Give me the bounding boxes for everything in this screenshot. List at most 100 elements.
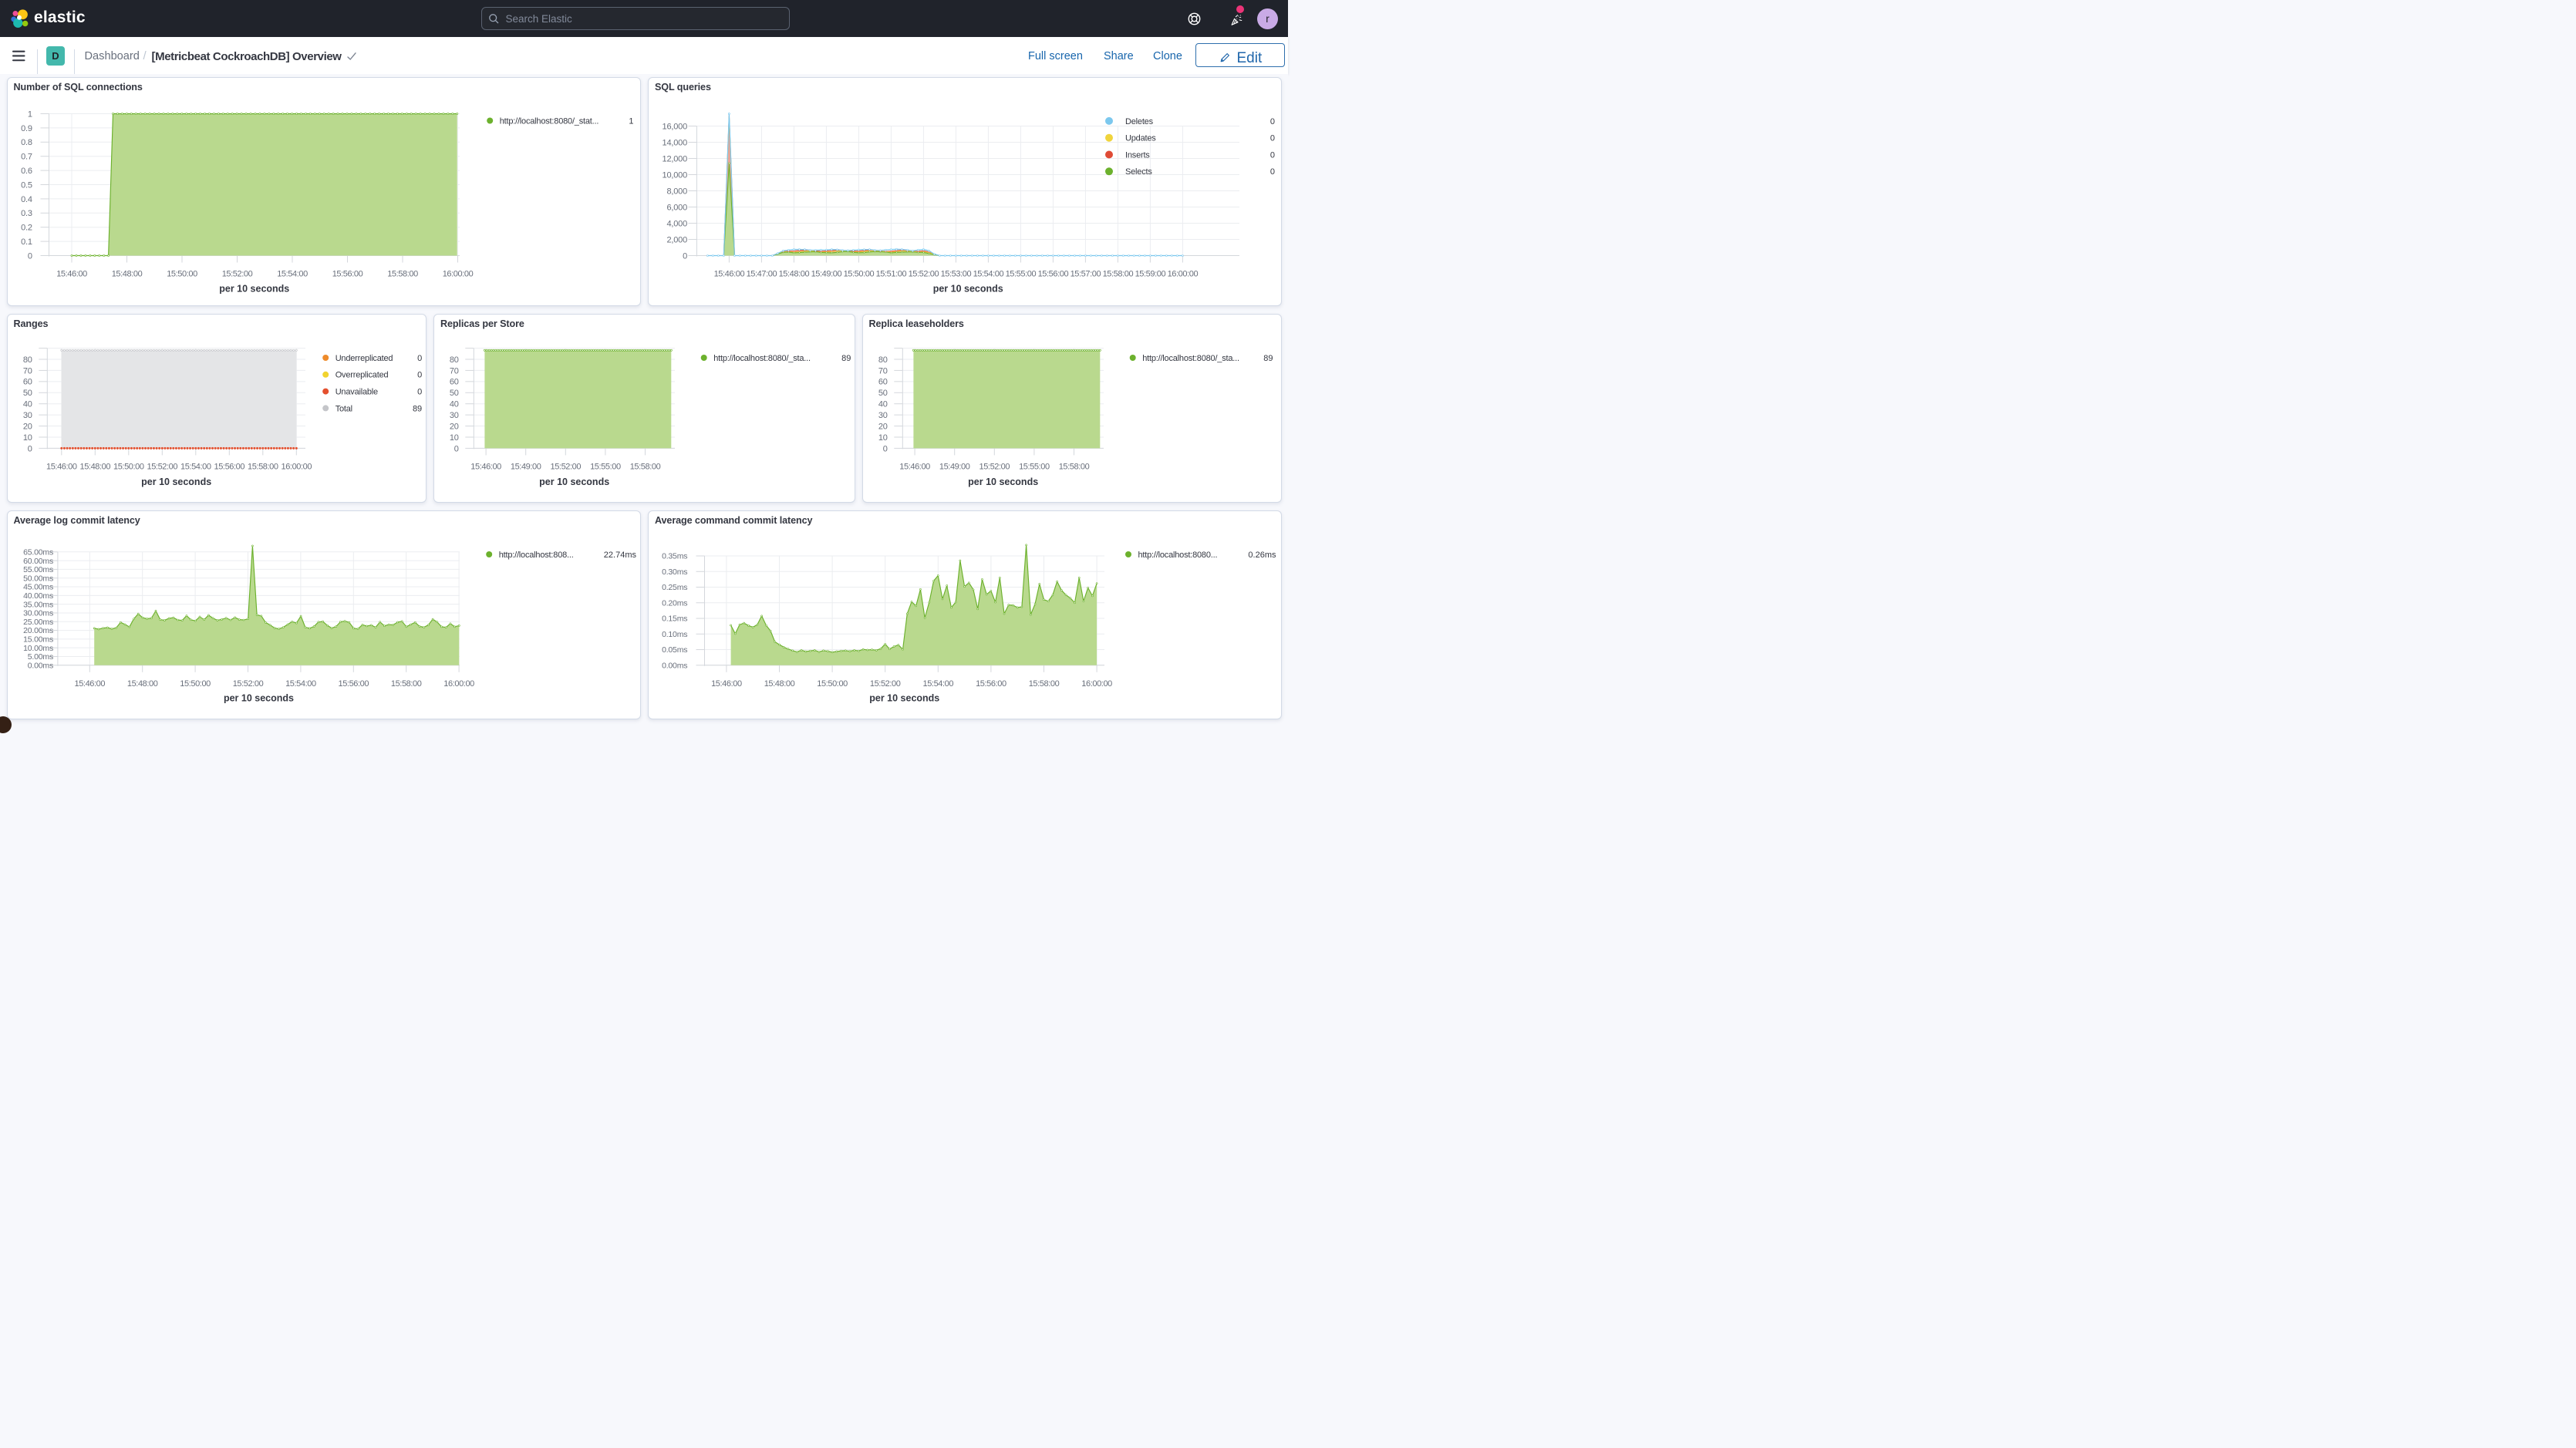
svg-text:0.25ms: 0.25ms xyxy=(662,583,687,592)
svg-text:15:52:00: 15:52:00 xyxy=(979,463,1010,472)
svg-text:16:00:00: 16:00:00 xyxy=(443,679,474,688)
svg-text:15:48:00: 15:48:00 xyxy=(111,269,142,278)
svg-text:25.00ms: 25.00ms xyxy=(23,617,53,626)
svg-text:0: 0 xyxy=(1270,116,1275,126)
svg-text:40: 40 xyxy=(22,400,32,409)
svg-text:http://localhost:8080/_stat...: http://localhost:8080/_stat... xyxy=(499,116,598,126)
svg-text:15:56:00: 15:56:00 xyxy=(338,679,369,688)
svg-text:20: 20 xyxy=(450,422,459,431)
svg-text:0.1: 0.1 xyxy=(21,237,32,246)
svg-text:30.00ms: 30.00ms xyxy=(23,608,53,618)
svg-text:15:51:00: 15:51:00 xyxy=(876,269,907,278)
svg-text:15:50:00: 15:50:00 xyxy=(167,269,197,278)
svg-text:15:52:00: 15:52:00 xyxy=(232,679,263,688)
svg-text:15:52:00: 15:52:00 xyxy=(870,679,901,688)
svg-text:15:55:00: 15:55:00 xyxy=(1019,463,1050,472)
svg-text:per 10 seconds: per 10 seconds xyxy=(933,283,1003,294)
svg-text:0: 0 xyxy=(417,387,422,396)
svg-text:0.5: 0.5 xyxy=(21,180,32,190)
svg-text:89: 89 xyxy=(841,354,851,363)
svg-text:http://localhost:8080...: http://localhost:8080... xyxy=(1138,550,1218,559)
svg-text:0.3: 0.3 xyxy=(21,209,32,218)
svg-text:15:46:00: 15:46:00 xyxy=(711,679,742,688)
svg-text:15:48:00: 15:48:00 xyxy=(779,269,810,278)
svg-text:16:00:00: 16:00:00 xyxy=(442,269,473,278)
svg-text:Overreplicated: Overreplicated xyxy=(335,371,388,380)
svg-text:Total: Total xyxy=(335,404,352,413)
svg-text:Underreplicated: Underreplicated xyxy=(335,354,393,363)
svg-text:30: 30 xyxy=(450,411,459,420)
svg-text:45.00ms: 45.00ms xyxy=(23,582,53,591)
svg-text:4,000: 4,000 xyxy=(666,219,687,228)
svg-text:15:52:00: 15:52:00 xyxy=(550,463,581,472)
svg-text:15:46:00: 15:46:00 xyxy=(470,463,501,472)
svg-text:http://localhost:808...: http://localhost:808... xyxy=(498,550,573,559)
svg-text:16:00:00: 16:00:00 xyxy=(1168,269,1199,278)
svg-text:Inserts: Inserts xyxy=(1125,150,1150,160)
svg-text:per 10 seconds: per 10 seconds xyxy=(539,476,609,487)
svg-text:60: 60 xyxy=(450,378,459,387)
svg-text:15:49:00: 15:49:00 xyxy=(811,269,842,278)
svg-text:10: 10 xyxy=(450,433,459,443)
svg-text:80: 80 xyxy=(878,355,887,365)
svg-text:80: 80 xyxy=(450,355,459,365)
svg-text:50: 50 xyxy=(22,389,32,398)
svg-text:8,000: 8,000 xyxy=(666,187,687,196)
svg-text:http://localhost:8080/_sta...: http://localhost:8080/_sta... xyxy=(713,354,811,363)
svg-text:0: 0 xyxy=(27,251,32,261)
svg-text:15:46:00: 15:46:00 xyxy=(714,269,745,278)
svg-text:16:00:00: 16:00:00 xyxy=(1081,679,1112,688)
svg-text:15:55:00: 15:55:00 xyxy=(590,463,621,472)
svg-text:Selects: Selects xyxy=(1125,167,1152,177)
svg-text:10,000: 10,000 xyxy=(663,170,688,180)
svg-text:15:48:00: 15:48:00 xyxy=(79,463,110,472)
svg-text:0: 0 xyxy=(454,444,459,453)
svg-text:15:58:00: 15:58:00 xyxy=(247,463,278,472)
svg-text:12,000: 12,000 xyxy=(663,154,688,163)
svg-text:70: 70 xyxy=(22,366,32,375)
svg-text:15:49:00: 15:49:00 xyxy=(939,463,969,472)
svg-text:15:58:00: 15:58:00 xyxy=(387,269,418,278)
svg-text:15:54:00: 15:54:00 xyxy=(922,679,953,688)
svg-text:0.10ms: 0.10ms xyxy=(662,629,687,638)
svg-text:0.20ms: 0.20ms xyxy=(662,598,687,608)
svg-text:2,000: 2,000 xyxy=(666,235,687,244)
svg-text:15:56:00: 15:56:00 xyxy=(1038,269,1069,278)
svg-text:15:50:00: 15:50:00 xyxy=(113,463,143,472)
svg-text:1: 1 xyxy=(629,116,633,126)
svg-text:60: 60 xyxy=(22,378,32,387)
svg-text:60.00ms: 60.00ms xyxy=(23,556,53,565)
svg-text:0.2: 0.2 xyxy=(21,223,32,232)
svg-text:15:50:00: 15:50:00 xyxy=(844,269,875,278)
svg-text:22.74ms: 22.74ms xyxy=(603,550,636,559)
svg-text:35.00ms: 35.00ms xyxy=(23,600,53,609)
svg-text:15:54:00: 15:54:00 xyxy=(180,463,211,472)
svg-text:15:46:00: 15:46:00 xyxy=(46,463,76,472)
svg-text:0.8: 0.8 xyxy=(21,138,32,147)
svg-text:15:50:00: 15:50:00 xyxy=(180,679,211,688)
svg-text:40: 40 xyxy=(450,400,459,409)
svg-text:80: 80 xyxy=(22,355,32,365)
svg-text:15:52:00: 15:52:00 xyxy=(909,269,939,278)
svg-text:15:49:00: 15:49:00 xyxy=(511,463,541,472)
svg-text:40: 40 xyxy=(878,400,887,409)
svg-text:1: 1 xyxy=(27,109,32,119)
svg-text:89: 89 xyxy=(1263,354,1273,363)
svg-text:0: 0 xyxy=(882,444,887,453)
svg-text:10.00ms: 10.00ms xyxy=(23,643,53,652)
svg-text:per 10 seconds: per 10 seconds xyxy=(968,476,1038,487)
svg-text:Unavailable: Unavailable xyxy=(335,387,377,396)
svg-text:15:56:00: 15:56:00 xyxy=(332,269,362,278)
svg-text:0.00ms: 0.00ms xyxy=(662,661,687,670)
svg-text:15:54:00: 15:54:00 xyxy=(973,269,1004,278)
svg-text:50: 50 xyxy=(450,389,459,398)
svg-text:20: 20 xyxy=(878,422,887,431)
svg-text:40.00ms: 40.00ms xyxy=(23,591,53,601)
svg-text:15:58:00: 15:58:00 xyxy=(390,679,421,688)
svg-text:0: 0 xyxy=(1270,133,1275,143)
svg-text:15:53:00: 15:53:00 xyxy=(941,269,972,278)
svg-text:89: 89 xyxy=(412,404,421,413)
svg-text:70: 70 xyxy=(450,366,459,375)
svg-text:55.00ms: 55.00ms xyxy=(23,565,53,574)
svg-text:15:50:00: 15:50:00 xyxy=(817,679,848,688)
